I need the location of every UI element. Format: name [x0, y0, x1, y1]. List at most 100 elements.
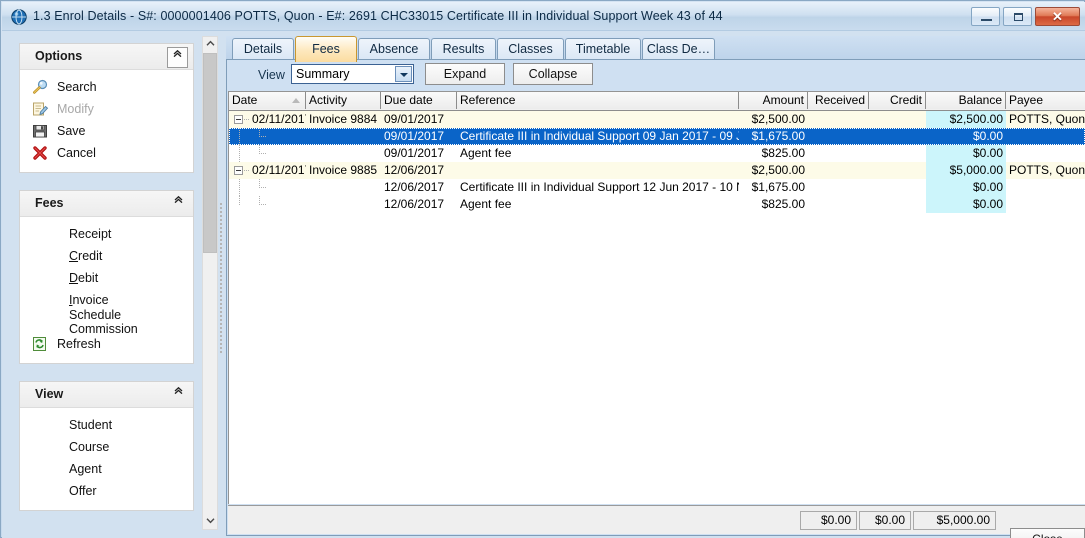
column-header-due-date[interactable]: Due date	[381, 92, 457, 109]
application-window: 1.3 Enrol Details - S#: 0000001406 POTTS…	[0, 0, 1085, 538]
cell-due-date: 12/06/2017	[381, 196, 457, 213]
pencil-note-icon	[32, 101, 50, 117]
cell-received	[808, 196, 869, 213]
table-row[interactable]: 02/11/2017 Invoice 9885 12/06/2017 $2,50…	[229, 162, 1085, 179]
column-header-amount[interactable]: Amount	[739, 92, 808, 109]
sidebar-item-offer[interactable]: Offer	[20, 480, 193, 502]
maximize-button[interactable]	[1003, 7, 1032, 26]
panel-fees: Fees Receipt Credit Debit	[19, 190, 194, 364]
window-frame: 1.3 Enrol Details - S#: 0000001406 POTTS…	[0, 0, 1085, 538]
sidebar-item-receipt[interactable]: Receipt	[20, 223, 193, 245]
sidebar-item-cancel[interactable]: Cancel	[20, 142, 193, 164]
column-header-reference[interactable]: Reference	[457, 92, 739, 109]
sidebar-item-modify[interactable]: Modify	[20, 98, 193, 120]
sidebar-item-receipt-label: Receipt	[69, 227, 111, 241]
tree-collapse-icon[interactable]	[234, 115, 243, 124]
tab-absence[interactable]: Absence	[358, 38, 430, 60]
sidebar-item-schedule-commission-label: Schedule Commission	[69, 308, 193, 336]
tab-results[interactable]: Results	[431, 38, 496, 60]
sidebar-item-schedule-commission[interactable]: Schedule Commission	[20, 311, 193, 333]
tab-class-details[interactable]: Class De…	[642, 38, 715, 60]
sidebar-item-refresh-label: Refresh	[57, 337, 101, 351]
chevron-up-icon[interactable]	[169, 194, 188, 213]
sidebar-item-debit[interactable]: Debit	[20, 267, 193, 289]
panel-fees-header[interactable]: Fees	[20, 191, 193, 217]
tree-line	[239, 196, 240, 205]
cell-due-date: 09/01/2017	[381, 111, 457, 128]
cell-received	[808, 162, 869, 179]
minimize-button[interactable]	[971, 7, 1000, 26]
cell-payee[interactable]	[1006, 128, 1085, 145]
sidebar-item-agent[interactable]: Agent	[20, 458, 193, 480]
table-row[interactable]: 09/01/2017 Certificate III in Individual…	[229, 128, 1085, 145]
cell-reference	[457, 111, 739, 128]
column-header-date[interactable]: Date	[229, 92, 306, 109]
sidebar-item-save-label: Save	[57, 124, 86, 138]
sidebar-item-search[interactable]: Search	[20, 76, 193, 98]
grid-body: 02/11/2017 Invoice 9884 09/01/2017 $2,50…	[229, 111, 1085, 213]
cell-activity	[306, 145, 381, 162]
column-header-payee[interactable]: Payee	[1006, 92, 1085, 109]
cell-amount: $825.00	[739, 196, 808, 213]
window-controls: ✕	[971, 7, 1080, 26]
cell-date: 02/11/2017	[249, 162, 306, 179]
tab-timetable[interactable]: Timetable	[565, 38, 641, 60]
tree-line	[259, 136, 267, 137]
sidebar-item-student-label: Student	[69, 418, 112, 432]
sidebar-scrollbar-thumb[interactable]	[203, 53, 217, 253]
table-row[interactable]: 12/06/2017 Certificate III in Individual…	[229, 179, 1085, 196]
title-bar[interactable]: 1.3 Enrol Details - S#: 0000001406 POTTS…	[2, 2, 1085, 31]
table-row[interactable]: 09/01/2017 Agent fee $825.00 $0.00	[229, 145, 1085, 162]
chevron-up-icon[interactable]	[167, 47, 188, 68]
sidebar-item-course[interactable]: Course	[20, 436, 193, 458]
panel-fees-title: Fees	[35, 196, 64, 210]
cell-activity: Invoice 9885	[306, 162, 381, 179]
cell-activity	[306, 196, 381, 213]
view-select[interactable]: Summary	[291, 64, 414, 84]
tab-strip: Details Fees Absence Results Classes Tim…	[226, 36, 1085, 60]
sidebar-item-modify-label: Modify	[57, 102, 94, 116]
sidebar-item-refresh[interactable]: Refresh	[20, 333, 193, 355]
tab-fees[interactable]: Fees	[295, 36, 357, 62]
tree-collapse-icon[interactable]	[234, 166, 243, 175]
scroll-down-icon[interactable]	[203, 514, 217, 529]
cell-balance: $5,000.00	[926, 162, 1006, 179]
cell-date: 02/11/2017	[249, 111, 306, 128]
client-area: Options	[2, 31, 1085, 538]
cell-received	[808, 111, 869, 128]
cell-reference: Agent fee	[457, 145, 739, 162]
chevron-down-icon[interactable]	[395, 66, 412, 82]
close-dialog-button[interactable]: Close	[1010, 528, 1085, 538]
scroll-up-icon[interactable]	[203, 37, 217, 52]
cell-date	[267, 179, 306, 196]
close-icon: ✕	[1036, 8, 1079, 25]
panel-fees-body: Receipt Credit Debit Invoice Schedule Co	[20, 217, 193, 363]
close-button[interactable]: ✕	[1035, 7, 1080, 26]
column-header-credit[interactable]: Credit	[869, 92, 926, 109]
panel-view-header[interactable]: View	[20, 382, 193, 408]
cell-balance: $0.00	[926, 196, 1006, 213]
collapse-button[interactable]: Collapse	[513, 63, 593, 85]
sidebar-scrollbar[interactable]	[202, 36, 218, 530]
panel-splitter[interactable]	[219, 201, 224, 356]
table-row[interactable]: 12/06/2017 Agent fee $825.00 $0.00	[229, 196, 1085, 213]
panel-options-title: Options	[35, 49, 82, 63]
sidebar-item-save[interactable]: Save	[20, 120, 193, 142]
column-header-activity[interactable]: Activity	[306, 92, 381, 109]
sidebar-item-student[interactable]: Student	[20, 414, 193, 436]
table-row[interactable]: 02/11/2017 Invoice 9884 09/01/2017 $2,50…	[229, 111, 1085, 128]
panel-options-header[interactable]: Options	[20, 44, 193, 70]
sidebar-item-invoice-label: Invoice	[69, 293, 109, 307]
column-header-received[interactable]: Received	[808, 92, 869, 109]
tree-line	[239, 179, 240, 196]
sort-ascending-icon	[292, 98, 300, 103]
sidebar-item-credit[interactable]: Credit	[20, 245, 193, 267]
expand-button[interactable]: Expand	[425, 63, 505, 85]
app-globe-icon	[11, 9, 27, 25]
sidebar-item-offer-label: Offer	[69, 484, 97, 498]
chevron-up-icon[interactable]	[169, 385, 188, 404]
cell-payee	[1006, 196, 1085, 213]
column-header-balance[interactable]: Balance	[926, 92, 1006, 109]
tab-classes[interactable]: Classes	[497, 38, 564, 60]
tab-details[interactable]: Details	[232, 38, 294, 60]
